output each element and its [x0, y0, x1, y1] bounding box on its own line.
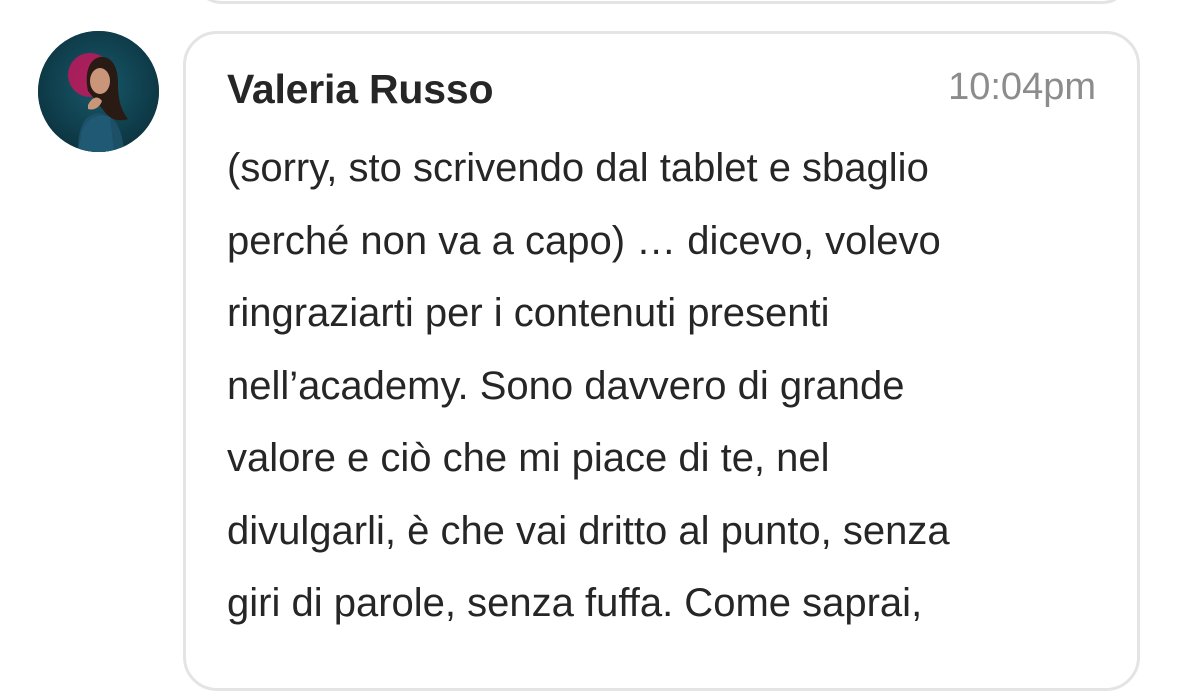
previous-message-bubble — [192, 0, 1132, 4]
message-timestamp: 10:04pm — [948, 66, 1096, 108]
message-text: (sorry, sto scrivendo dal tablet e sbagl… — [227, 132, 1107, 640]
avatar[interactable] — [38, 31, 159, 152]
message-line: divulgarli, è che vai dritto al punto, s… — [227, 508, 950, 553]
message-line: (sorry, sto scrivendo dal tablet e sbagl… — [227, 146, 929, 190]
message-line: giri di parole, senza fuffa. Come saprai… — [227, 581, 923, 625]
user-avatar-photo-icon — [38, 31, 159, 152]
message-line: nell’academy. Sono davvero di grande — [227, 363, 905, 408]
message-line: ringraziarti per i contenuti presenti — [227, 291, 830, 335]
message-line: valore e ciò che mi piace di te, nel — [227, 436, 830, 480]
message-line: perché non va a capo) … dicevo, volevo — [227, 218, 941, 263]
message-author[interactable]: Valeria Russo — [227, 66, 494, 113]
